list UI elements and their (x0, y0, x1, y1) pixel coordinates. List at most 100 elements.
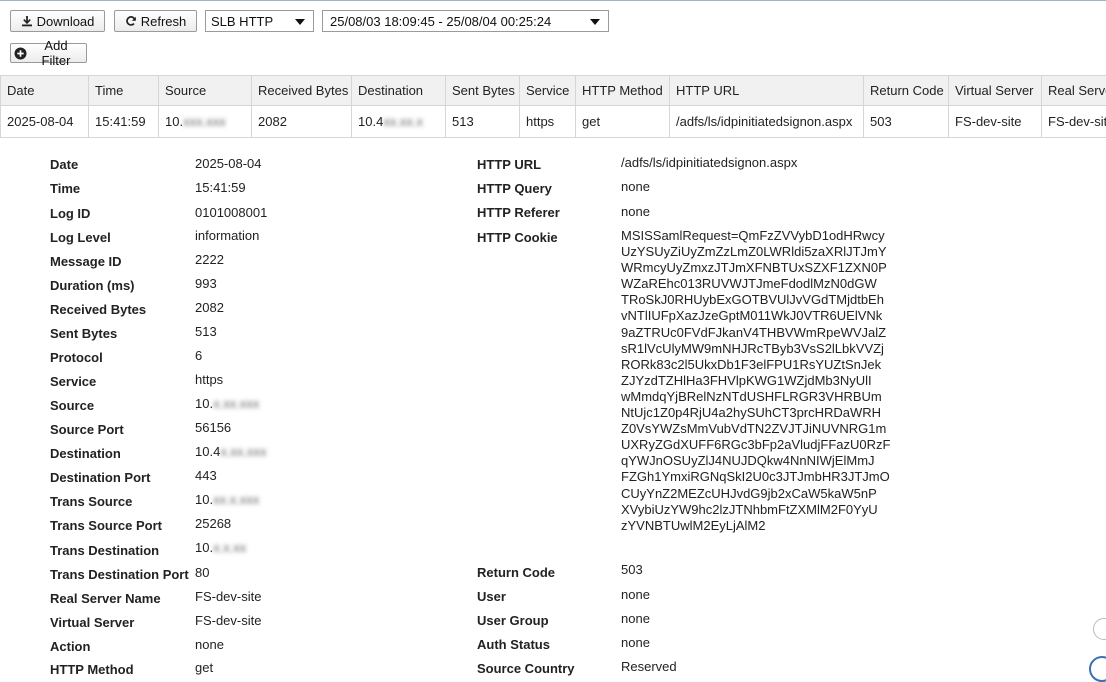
detail-value-text: 10. (195, 396, 213, 411)
detail-value: FS-dev-site (195, 589, 261, 604)
log-type-select[interactable]: SLB HTTP (205, 10, 314, 32)
detail-value: 993 (195, 276, 217, 291)
detail-label: HTTP Method (50, 662, 134, 677)
detail-value: FS-dev-site (195, 613, 261, 628)
column-header-http-url[interactable]: HTTP URL (670, 76, 864, 106)
cookie-line: ZJYzdTZHlHa3FHVlpKWG1WZjdMb3NyUlI (621, 373, 873, 389)
cell-received-bytes: 2082 (252, 106, 352, 138)
cookie-line: NtUjc1Z0p4RjU4a2hySUhCT3prcHRDaWRH (621, 405, 873, 421)
cookie-line: CUyYnZ2MEZcUHJvdG9jb2xCaW5kaW5nP (621, 486, 873, 502)
time-range-value: 25/08/03 18:09:45 - 25/08/04 00:25:24 (328, 14, 551, 29)
redacted-mask: xx.x.xxx (213, 492, 259, 507)
detail-value: Reserved (621, 659, 677, 674)
detail-label: Auth Status (477, 637, 550, 652)
cookie-line: WRmcyUyZmxzJTJmXFNBTUxSZXF1ZXN0P (621, 260, 873, 276)
download-label: Download (37, 14, 95, 29)
refresh-icon (125, 15, 137, 27)
detail-value: https (195, 372, 223, 387)
top-border (0, 0, 1106, 1)
column-header-date[interactable]: Date (1, 76, 89, 106)
time-range-select[interactable]: 25/08/03 18:09:45 - 25/08/04 00:25:24 (322, 10, 609, 32)
detail-value: information (195, 228, 259, 243)
side-panel-toggle[interactable] (1093, 618, 1106, 640)
detail-value: none (195, 637, 224, 652)
detail-label: User (477, 589, 506, 604)
assistant-launcher[interactable] (1089, 656, 1106, 682)
detail-value-text: 10. (195, 492, 213, 507)
detail-label: Source Country (477, 661, 575, 676)
redacted-mask: xx.xx.x (383, 114, 423, 129)
detail-value: 15:41:59 (195, 180, 246, 195)
column-header-sent-bytes[interactable]: Sent Bytes (446, 76, 520, 106)
chevron-down-icon (295, 19, 305, 25)
column-header-received-bytes[interactable]: Received Bytes (252, 76, 352, 106)
cell-date: 2025-08-04 (1, 106, 89, 138)
detail-label: Source Port (50, 422, 124, 437)
chevron-down-icon (590, 19, 600, 25)
redacted-mask: x.xx.xxx (213, 396, 259, 411)
refresh-button[interactable]: Refresh (114, 10, 197, 32)
detail-label: Trans Source (50, 494, 132, 509)
table-row[interactable]: 2025-08-04 15:41:59 10.xxx.xxx 2082 10.4… (1, 106, 1106, 138)
add-filter-button[interactable]: Add Filter (10, 43, 87, 63)
detail-value: 2222 (195, 252, 224, 267)
download-button[interactable]: Download (10, 10, 105, 32)
detail-value: none (621, 635, 650, 650)
detail-label: HTTP URL (477, 157, 541, 172)
cookie-line: FZGh1YmxiRGNqSkI2U0c3JTJmbHR3JTJmO (621, 469, 873, 485)
detail-value: 503 (621, 562, 643, 577)
cookie-line: 9aZTRUc0FVdFJkanV4THBVWmRpeWVJalZ (621, 325, 873, 341)
detail-label: Trans Destination (50, 543, 159, 558)
column-header-time[interactable]: Time (89, 76, 159, 106)
cell-http-url: /adfs/ls/idpinitiatedsignon.aspx (670, 106, 864, 138)
detail-value-trans-destination: 10.x.x.xx (195, 540, 246, 555)
column-header-service[interactable]: Service (520, 76, 576, 106)
column-header-http-method[interactable]: HTTP Method (576, 76, 670, 106)
plus-circle-icon (14, 47, 27, 60)
detail-label: Action (50, 639, 90, 654)
cookie-line: Z0VsYWZsMmVubVdTN2ZVJTJiNUVNRG1m (621, 421, 873, 437)
refresh-label: Refresh (141, 14, 187, 29)
detail-value: none (621, 179, 650, 194)
detail-value-trans-source: 10.xx.x.xxx (195, 492, 259, 507)
add-filter-label: Add Filter (29, 38, 83, 68)
detail-label: Log Level (50, 230, 111, 245)
cell-http-method: get (576, 106, 670, 138)
detail-label: HTTP Cookie (477, 230, 558, 245)
cell-real-server: FS-dev-site (1042, 106, 1106, 138)
detail-label: Log ID (50, 206, 90, 221)
detail-value: /adfs/ls/idpinitiatedsignon.aspx (621, 155, 797, 170)
cookie-line: UXRyZGdXUFF6RGc3bFp2aVludjFFazU0RzF (621, 437, 873, 453)
detail-value: 443 (195, 468, 217, 483)
detail-label: Service (50, 374, 96, 389)
detail-value: get (195, 660, 213, 675)
redacted-mask: xxx.xxx (183, 114, 226, 129)
detail-label: Protocol (50, 350, 103, 365)
detail-value: 0101008001 (195, 205, 267, 220)
detail-label: HTTP Query (477, 181, 552, 196)
cell-destination: 10.4xx.xx.x (352, 106, 446, 138)
detail-label: HTTP Referer (477, 205, 560, 220)
column-header-return-code[interactable]: Return Code (864, 76, 949, 106)
column-header-virtual-server[interactable]: Virtual Server (949, 76, 1042, 106)
cookie-line: UzYSUyZiUyZmZzLmZ0LWRldi5zaXRlJTJmY (621, 244, 873, 260)
log-type-value: SLB HTTP (211, 14, 273, 29)
cookie-line: vNTlIUFpXazJzeGptM011WkJ0VTR6UElVNk (621, 308, 873, 324)
cell-virtual-server: FS-dev-site (949, 106, 1042, 138)
detail-label: User Group (477, 613, 549, 628)
cookie-line: wMmdqYjBRelNzNTdUSHFLRGR3VHRBUm (621, 389, 873, 405)
detail-value-source: 10.x.xx.xxx (195, 396, 259, 411)
detail-value: none (621, 204, 650, 219)
detail-value-text: 10. (195, 540, 213, 555)
detail-label: Trans Destination Port (50, 567, 189, 582)
column-header-real-server[interactable]: Real Server (1042, 76, 1106, 106)
detail-value: 80 (195, 565, 209, 580)
detail-label: Date (50, 157, 78, 172)
column-header-source[interactable]: Source (159, 76, 252, 106)
cookie-line: qYWJnOSUyZlJ4NUJDQkw4NnNIWjElMmJ (621, 453, 873, 469)
column-header-destination[interactable]: Destination (352, 76, 446, 106)
detail-label: Virtual Server (50, 615, 134, 630)
detail-value: 2025-08-04 (195, 156, 262, 171)
detail-label: Time (50, 181, 80, 196)
cookie-line: sR1lVcUlyMW9mNHJRcTByb3VsS2lLbkVVZj (621, 341, 873, 357)
